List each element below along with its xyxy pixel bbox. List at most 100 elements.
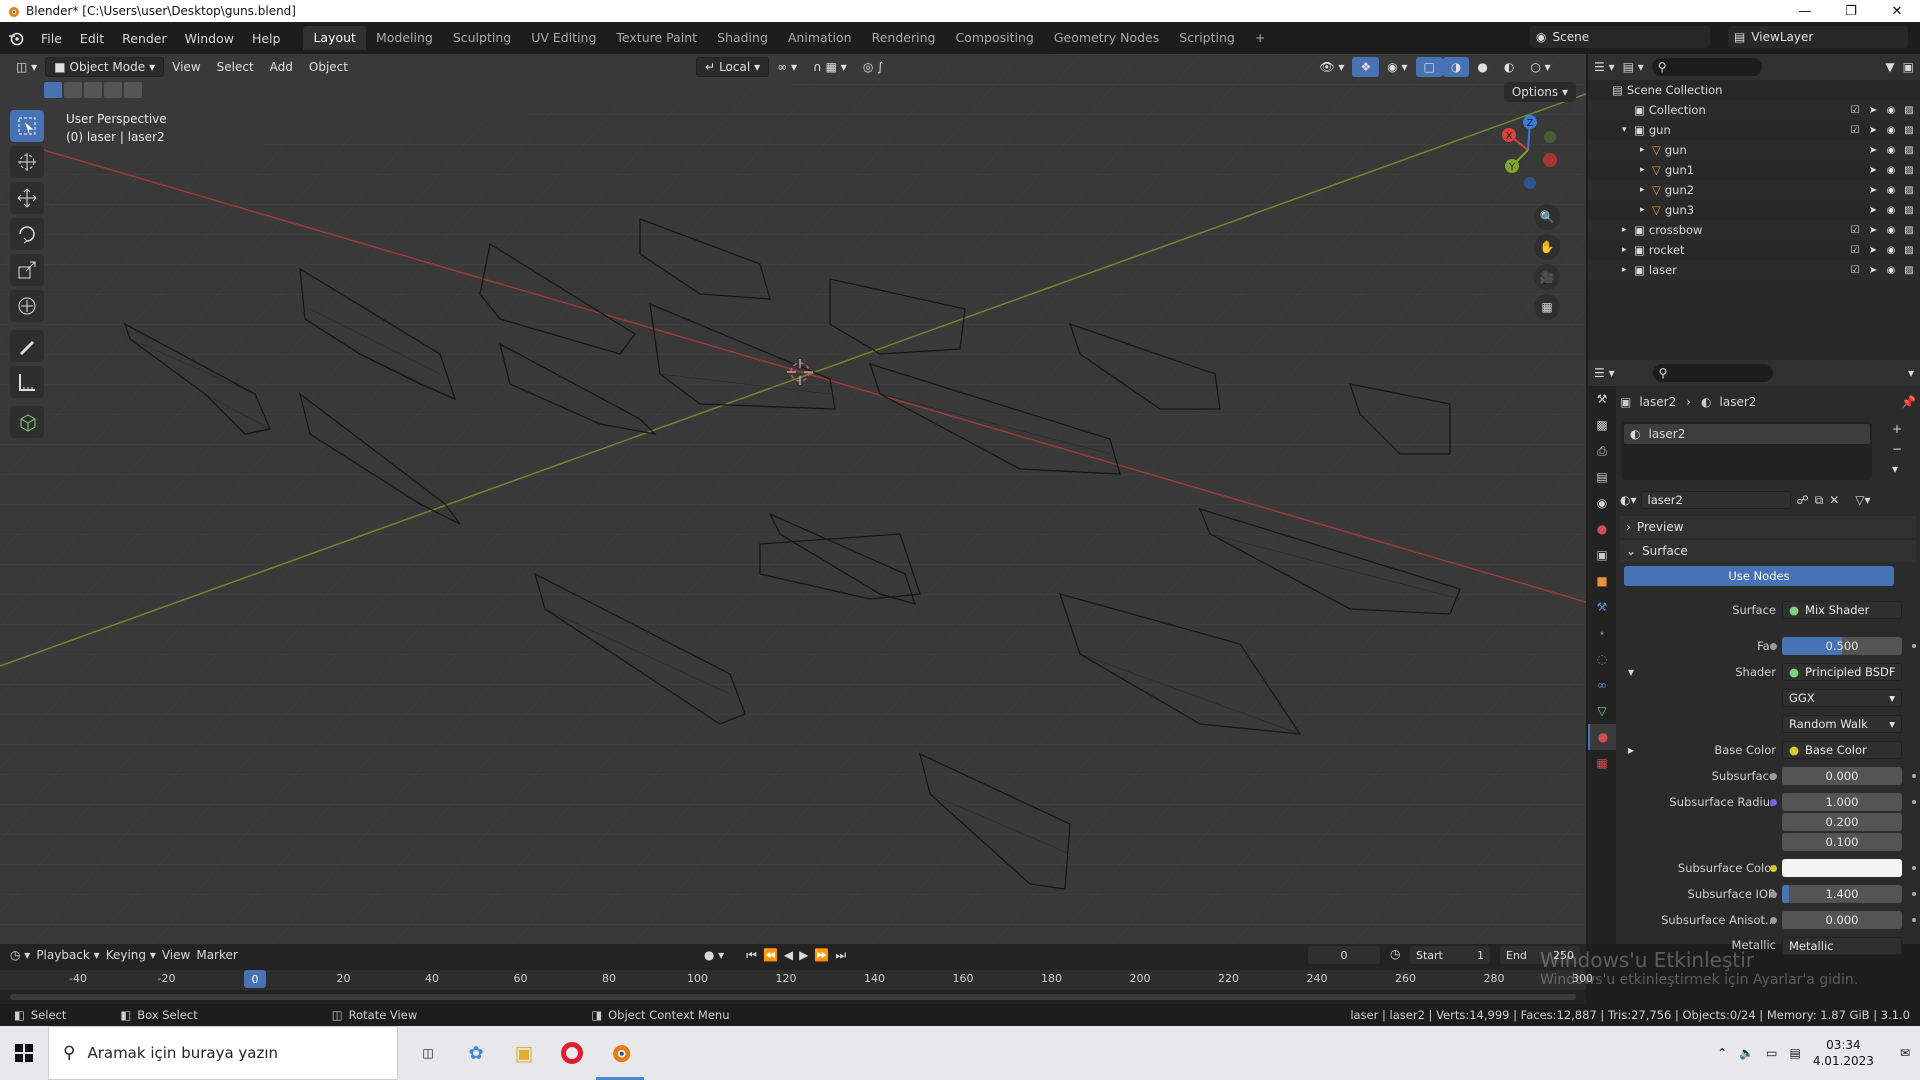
notifications-icon[interactable]: ✉ (1900, 1046, 1910, 1060)
render-camera-icon[interactable]: ▨ (1902, 143, 1916, 157)
outliner-row[interactable]: ▾ ▣ gun ☑ ➤ ◉ ▨ (1588, 120, 1920, 140)
metallic-field[interactable]: Metallic (1782, 937, 1902, 955)
menu-view[interactable]: View (164, 57, 208, 77)
start-frame-field[interactable]: Start 1 (1410, 946, 1490, 964)
eye-icon[interactable]: ◉ (1884, 103, 1898, 117)
object-tab-icon[interactable]: ■ (1588, 568, 1616, 594)
subsurface-ior-slider[interactable]: 1.400 (1782, 885, 1902, 903)
tab-uv-editing[interactable]: UV Editing (521, 26, 606, 50)
texture-tab-icon[interactable]: ▦ (1588, 750, 1616, 776)
task-view-icon[interactable]: ◫ (404, 1026, 452, 1080)
expand-arrow-icon[interactable]: ▸ (1622, 225, 1634, 235)
outliner-editor-icon[interactable]: ☰ ▾ (1594, 60, 1615, 74)
visibility-icon[interactable]: 👁 ▾ (1311, 57, 1352, 77)
snap-icon[interactable]: ∩ ▦ ▾ (805, 57, 855, 77)
eye-icon[interactable]: ◉ (1884, 163, 1898, 177)
material-slots-list[interactable]: ◐ laser2 (1622, 422, 1872, 480)
annotate-tool[interactable] (10, 330, 44, 362)
volume-icon[interactable]: 🔈 (1739, 1046, 1754, 1060)
tool-tab-icon[interactable]: ⚒ (1588, 386, 1616, 412)
material-browse-icon[interactable]: ◐▾ (1620, 493, 1637, 507)
prev-keyframe-icon[interactable]: ⏪ (763, 948, 778, 962)
material-slot[interactable]: ◐ laser2 (1624, 424, 1870, 444)
outliner-row[interactable]: ▸ ▣ crossbow ☑ ➤ ◉ ▨ (1588, 220, 1920, 240)
zoom-icon[interactable]: 🔍 (1534, 204, 1560, 230)
material-name-field[interactable]: laser2 (1640, 491, 1791, 509)
menu-render[interactable]: Render (113, 31, 176, 46)
opera-browser-icon[interactable] (548, 1026, 596, 1080)
network-icon[interactable]: ▤ (1790, 1046, 1801, 1060)
output-tab-icon[interactable]: ⎙ (1588, 438, 1616, 464)
overlays-toggle-icon[interactable]: ◉ ▾ (1379, 57, 1415, 77)
timeline-editor-icon[interactable]: ◷ ▾ (10, 948, 30, 962)
chevron-down-icon[interactable]: ▾ (1908, 366, 1914, 380)
slot-menu-icon[interactable]: ▾ (1892, 462, 1902, 476)
cursor-tool[interactable] (10, 146, 44, 178)
modifier-tab-icon[interactable]: ⚒ (1588, 594, 1616, 620)
render-camera-icon[interactable]: ▨ (1902, 103, 1916, 117)
menu-timeline-view[interactable]: View (162, 948, 190, 962)
timeline-ruler[interactable]: -40 -20 0 20 40 60 80 100 120 140 160 180 200 220 240 2… (0, 970, 1593, 990)
new-collection-icon[interactable]: ▣ (1903, 60, 1914, 74)
menu-marker[interactable]: Marker (196, 948, 237, 962)
outliner-row[interactable]: ▸ ▣ laser ☑ ➤ ◉ ▨ (1588, 260, 1920, 280)
perspective-toggle-icon[interactable]: ▦ (1534, 294, 1560, 320)
selectable-icon[interactable]: ➤ (1866, 243, 1880, 257)
world-tab-icon[interactable]: ● (1588, 516, 1616, 542)
transform-orientation-dropdown[interactable]: ↵ Local ▾ (696, 57, 770, 77)
outliner-row[interactable]: ▸ ▽ gun3 ➤ ◉ ▨ (1588, 200, 1920, 220)
next-keyframe-icon[interactable]: ⏩ (814, 948, 829, 962)
surface-shader-field[interactable]: ● Mix Shader (1782, 601, 1902, 619)
menu-help[interactable]: Help (243, 31, 290, 46)
properties-search[interactable]: ⚲ (1652, 364, 1773, 382)
link-mode-icon[interactable]: ▽▾ (1855, 493, 1870, 507)
render-camera-icon[interactable]: ▨ (1902, 123, 1916, 137)
keyframe-dot-icon[interactable] (1912, 644, 1916, 648)
pan-hand-icon[interactable]: ✋ (1534, 234, 1560, 260)
move-tool[interactable] (10, 182, 44, 214)
xray-toggle-icon[interactable]: □ (1415, 57, 1443, 77)
selectable-icon[interactable]: ➤ (1866, 183, 1880, 197)
jump-start-icon[interactable]: ⏮ (746, 948, 757, 963)
object-mode-dropdown[interactable]: ■ Object Mode ▾ (45, 57, 165, 77)
keyframe-dot-icon[interactable] (1912, 918, 1916, 922)
keyframe-dot-icon[interactable] (1912, 774, 1916, 778)
chevron-down-icon[interactable]: ▾ (1628, 665, 1634, 679)
selectable-icon[interactable]: ➤ (1866, 223, 1880, 237)
chevron-right-icon[interactable]: ▸ (1628, 743, 1634, 757)
eye-icon[interactable]: ◉ (1884, 143, 1898, 157)
expand-arrow-icon[interactable]: ▸ (1640, 205, 1652, 215)
viewlayer-selector[interactable]: ▤ ViewLayer (1728, 26, 1908, 48)
menu-keying[interactable]: Keying ▾ (106, 948, 156, 962)
scene-tab-icon[interactable]: ◉ (1588, 490, 1616, 516)
outliner-row-scene-collection[interactable]: ▤ Scene Collection (1588, 80, 1920, 100)
subsurface-anisotropy-field[interactable]: 0.000 (1782, 911, 1902, 929)
selectable-icon[interactable]: ➤ (1866, 123, 1880, 137)
exclude-checkbox-icon[interactable]: ☑ (1848, 263, 1862, 277)
battery-icon[interactable]: ▭ (1766, 1046, 1777, 1060)
selectable-icon[interactable]: ➤ (1866, 163, 1880, 177)
properties-editor-icon[interactable]: ☰ ▾ (1594, 366, 1615, 380)
select-extend-icon[interactable] (64, 82, 82, 98)
render-camera-icon[interactable]: ▨ (1902, 243, 1916, 257)
subsurface-field[interactable]: 0.000 (1782, 767, 1902, 785)
add-workspace-button[interactable]: + (1245, 26, 1275, 50)
close-icon[interactable]: ✕ (1874, 0, 1920, 22)
playhead[interactable]: 0 (244, 970, 266, 988)
tab-layout[interactable]: Layout (303, 26, 366, 50)
eye-icon[interactable]: ◉ (1884, 243, 1898, 257)
tab-geometry-nodes[interactable]: Geometry Nodes (1044, 26, 1169, 50)
restore-icon[interactable]: ❐ (1828, 0, 1874, 22)
exclude-checkbox-icon[interactable]: ☑ (1848, 223, 1862, 237)
expand-arrow-icon[interactable]: ▸ (1640, 165, 1652, 175)
physics-tab-icon[interactable]: ◌ (1588, 646, 1616, 672)
minimize-icon[interactable]: — (1782, 0, 1828, 22)
render-camera-icon[interactable]: ▨ (1902, 183, 1916, 197)
menu-select[interactable]: Select (209, 57, 262, 77)
expand-arrow-icon[interactable]: ▾ (1622, 125, 1634, 135)
expand-arrow-icon[interactable]: ▸ (1622, 245, 1634, 255)
preview-panel-header[interactable]: › Preview (1620, 516, 1916, 538)
taskbar-search[interactable]: ⚲ Aramak için buraya yazın (48, 1026, 398, 1080)
solid-shading-icon[interactable]: ● (1469, 57, 1495, 77)
select-invert-icon[interactable] (104, 82, 122, 98)
